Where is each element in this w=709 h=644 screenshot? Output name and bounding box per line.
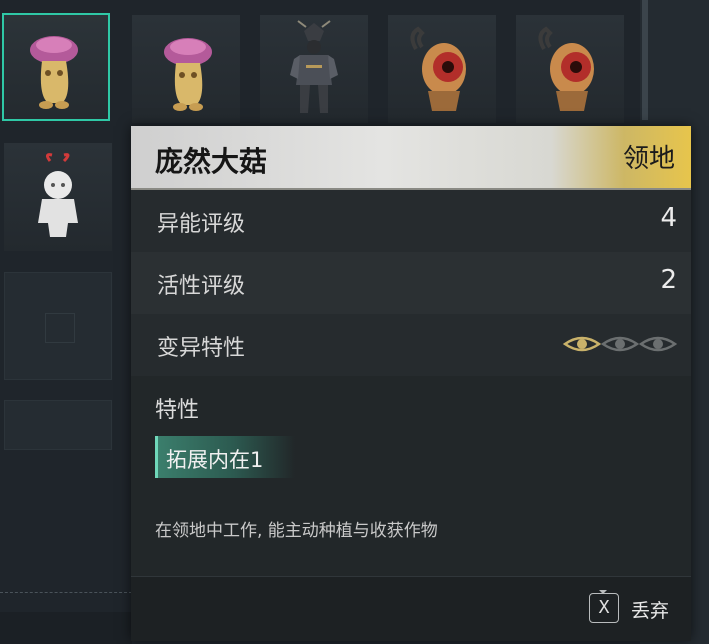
stat-row-ability: 异能评级 4	[131, 190, 691, 252]
eye-icon-active	[563, 336, 602, 352]
traits-section: 特性 拓展内在1 在领地中工作, 能主动种植与收获作物	[131, 376, 691, 576]
traits-heading: 特性	[155, 398, 200, 423]
trait-chip[interactable]: 拓展内在1	[155, 436, 295, 478]
empty-slot-placeholder	[45, 313, 75, 343]
mushroom-creature-icon	[164, 38, 212, 111]
trait-chip-label: 拓展内在1	[166, 448, 264, 472]
eye-icon-inactive	[600, 336, 640, 352]
red-eye-creature-icon	[538, 26, 594, 111]
tooltip-header: 庞然大菇 领地	[131, 126, 691, 190]
discard-key-hint[interactable]: X	[589, 593, 619, 623]
inventory-slot-2[interactable]	[132, 15, 240, 123]
scrollbar[interactable]	[642, 0, 648, 120]
red-eye-creature-icon	[410, 26, 466, 111]
white-doll-icon	[38, 153, 78, 237]
tooltip-footer: X 丢弃	[131, 576, 691, 641]
stat-row-activity: 活性评级 2	[131, 252, 691, 314]
eye-icon-inactive	[638, 336, 678, 352]
inventory-slot-3[interactable]	[260, 15, 368, 123]
item-category-tag: 领地	[622, 144, 675, 174]
stat-label: 异能评级	[157, 212, 246, 237]
inventory-slot-8[interactable]	[4, 400, 112, 450]
discard-button[interactable]: 丢弃	[631, 596, 669, 623]
inventory-slot-4[interactable]	[388, 15, 496, 123]
item-description: 在领地中工作, 能主动种植与收获作物	[155, 521, 438, 541]
mushroom-creature-icon	[30, 36, 78, 109]
stat-value: 2	[660, 265, 677, 295]
divider	[0, 592, 132, 593]
samurai-armor-icon	[290, 20, 338, 113]
inventory-slot-6[interactable]	[4, 143, 112, 251]
mutation-level-indicator	[563, 336, 678, 352]
bottom-strip	[0, 612, 132, 644]
inventory-slot-7[interactable]	[4, 272, 112, 380]
inventory-slot-1[interactable]	[2, 13, 110, 121]
stat-value: 4	[660, 203, 677, 233]
item-title: 庞然大菇	[155, 145, 268, 178]
stat-label: 变异特性	[157, 336, 246, 361]
stat-row-mutation: 变异特性	[131, 314, 691, 376]
inventory-slot-5[interactable]	[516, 15, 624, 123]
item-tooltip: 庞然大菇 领地 异能评级 4 活性评级 2 变异特性 特性 拓展内在1 在领地中…	[131, 126, 691, 641]
stat-label: 活性评级	[157, 274, 246, 299]
